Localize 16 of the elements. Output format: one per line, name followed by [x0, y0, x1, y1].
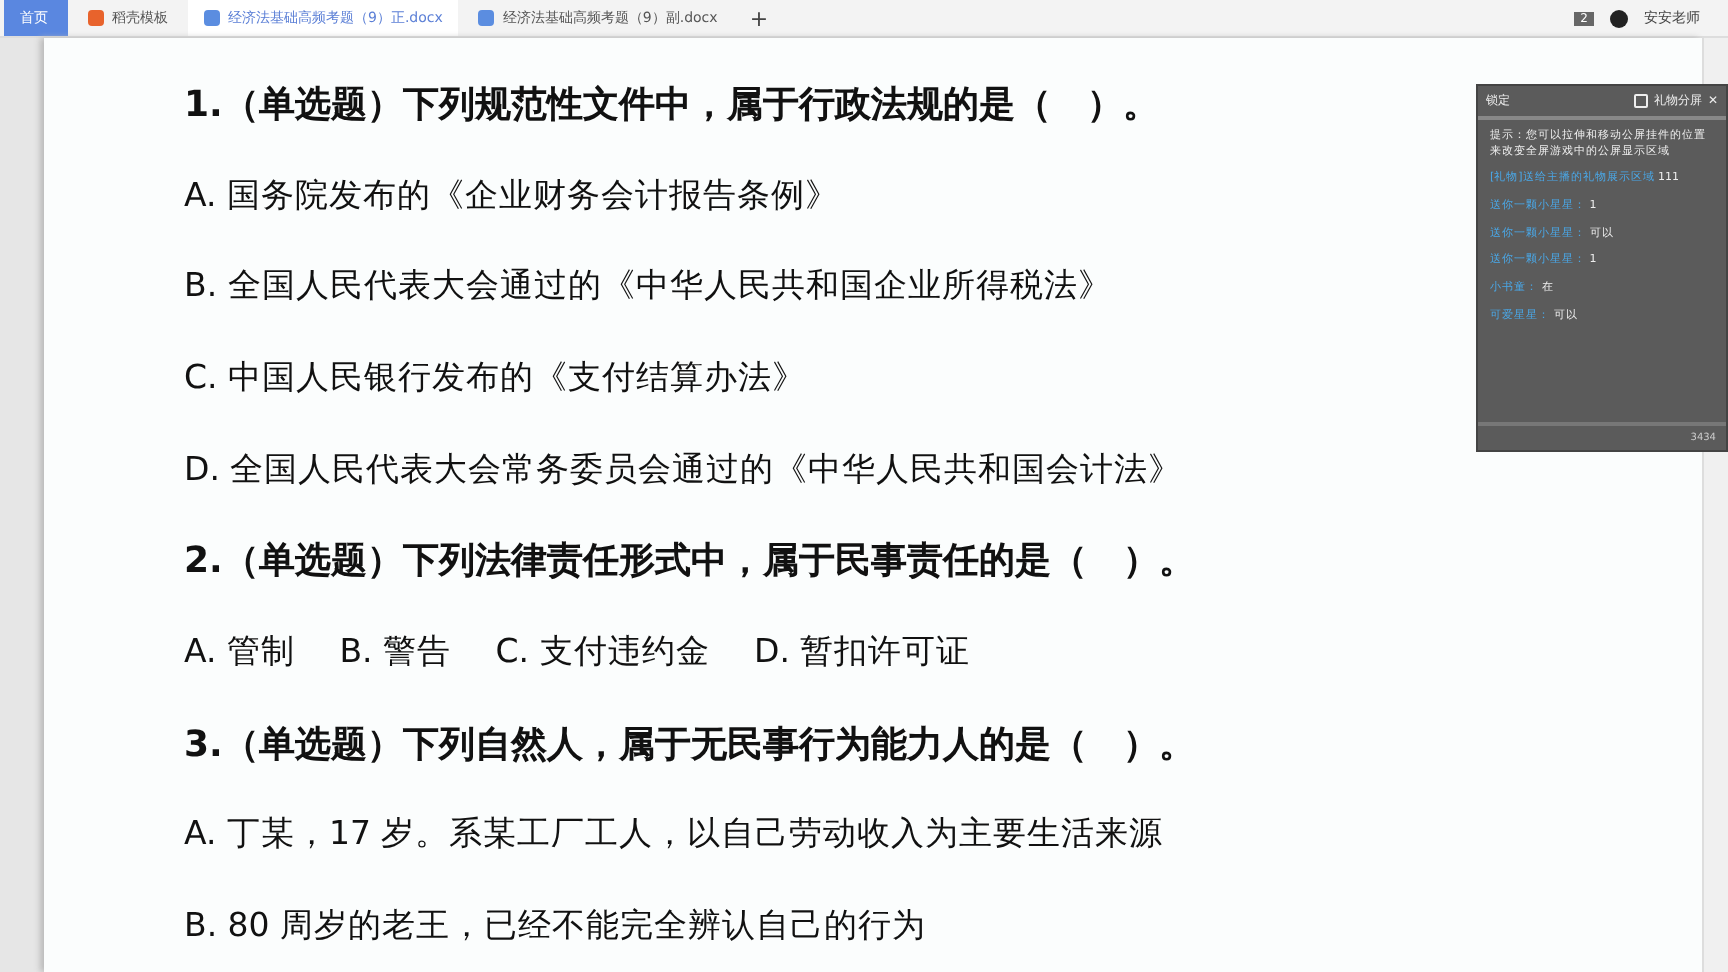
- option-text: A. 管制 B. 警告 C. 支付违约金 D. 暂扣许可证: [184, 630, 971, 675]
- document-icon: [88, 10, 104, 27]
- new-tab-button[interactable]: +: [737, 5, 781, 32]
- avatar-icon: [1610, 9, 1628, 28]
- option-text: C. 中国人民银行发布的《支付结算办法》: [184, 356, 807, 401]
- option-text: A. 国务院发布的《企业财务会计报告条例》: [184, 173, 839, 218]
- question-text: 3.（单选题）下列自然人，属于无民事行为能力人的是（ ）。: [184, 721, 1195, 770]
- option-text: B. 全国人民代表大会通过的《中华人民共和国企业所得税法》: [184, 264, 1112, 309]
- question-text: 1.（单选题）下列规范性文件中，属于行政法规的是（ ）。: [184, 81, 1159, 130]
- option-text: D. 全国人民代表大会常务委员会通过的《中华人民共和国会计法》: [184, 447, 1183, 492]
- option-text: B. 80 周岁的老王，已经不能完全辨认自己的行为: [184, 904, 927, 949]
- document-icon: [478, 10, 495, 27]
- checkbox-icon[interactable]: [1633, 94, 1648, 108]
- document-icon: [204, 10, 220, 27]
- option-text: A. 丁某，17 岁。系某工厂工人，以自己劳动收入为主要生活来源: [184, 812, 1164, 857]
- question-text: 2.（单选题）下列法律责任形式中，属于民事责任的是（ ）。: [184, 538, 1195, 587]
